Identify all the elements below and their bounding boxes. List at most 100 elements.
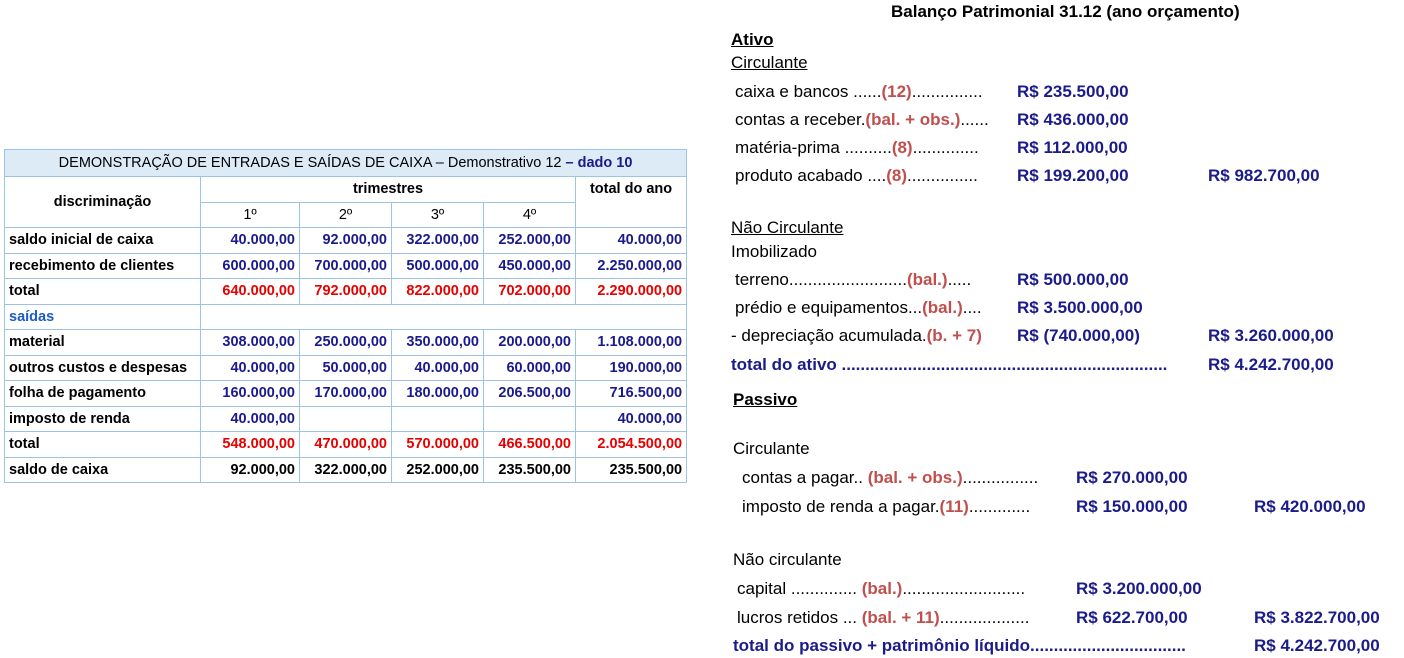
header-quarter-2: 2º (299, 201, 392, 228)
line-caixa: caixa e bancos ......(12)............... (735, 82, 983, 101)
row-total-entradas: total 640.000,00 792.000,00 822.000,00 7… (4, 278, 688, 305)
row-label: imposto de renda (4, 405, 201, 432)
subsection-nao-circulante: Não Circulante (731, 218, 844, 237)
cell-q1: 92.000,00 (200, 456, 300, 483)
row-label: saídas (4, 303, 201, 330)
line-capital: capital .............. (bal.)...........… (737, 579, 1026, 598)
cell-q4: 252.000,00 (483, 227, 576, 254)
cell-q1: 308.000,00 (200, 329, 300, 356)
cell-q1: 640.000,00 (200, 278, 300, 305)
cell-q4: 200.000,00 (483, 329, 576, 356)
line-predio: prédio e equipamentos...(bal.).... (735, 298, 982, 317)
subtotal-nao-circulante: R$ 3.260.000,00 (1208, 326, 1334, 345)
line-lucros-retidos: lucros retidos ... (bal. + 11)..........… (737, 608, 1030, 627)
row-label: outros custos e despesas (4, 354, 201, 381)
cell-q3: 570.000,00 (391, 431, 484, 458)
header-total-ano: total do ano (574, 176, 688, 228)
line-produto-acabado: produto acabado ....(8)............... (735, 166, 978, 185)
cell-empty (199, 303, 688, 330)
header-quarter-4: 4º (483, 201, 576, 228)
table-caption: DEMONSTRAÇÃO DE ENTRADAS E SAÍDAS DE CAI… (3, 149, 688, 177)
subsection-imobilizado: Imobilizado (731, 242, 817, 261)
row-label: material (4, 329, 201, 356)
value-terreno: R$ 500.000,00 (1017, 270, 1129, 289)
line-depreciacao: - depreciação acumulada.(b. + 7) (731, 326, 982, 345)
subtotal-passivo-circulante: R$ 420.000,00 (1254, 497, 1366, 516)
cell-q3: 822.000,00 (391, 278, 484, 305)
cell-q2: 92.000,00 (299, 227, 392, 254)
row-outros-custos: outros custos e despesas 40.000,00 50.00… (4, 354, 688, 381)
subtotal-circulante: R$ 982.700,00 (1208, 166, 1320, 185)
cell-q1: 548.000,00 (200, 431, 300, 458)
value-produto-acabado: R$ 199.200,00 (1017, 166, 1129, 185)
line-contas-pagar: contas a pagar.. (bal. + obs.)..........… (742, 468, 1039, 487)
cell-q4: 235.500,00 (483, 456, 576, 483)
row-total-saidas: total 548.000,00 470.000,00 570.000,00 4… (4, 431, 688, 458)
subsection-passivo-nao-circulante: Não circulante (733, 550, 842, 569)
row-label: saldo de caixa (4, 456, 201, 483)
cell-q3: 322.000,00 (391, 227, 484, 254)
cell-q1: 40.000,00 (200, 227, 300, 254)
line-ir-pagar: imposto de renda a pagar.(11)...........… (742, 497, 1031, 516)
cell-q3: 180.000,00 (391, 380, 484, 407)
row-recebimento: recebimento de clientes 600.000,00 700.0… (4, 252, 688, 279)
value-lucros-retidos: R$ 622.700,00 (1076, 608, 1188, 627)
cell-total: 716.500,00 (574, 380, 688, 407)
subtotal-passivo-nao-circulante: R$ 3.822.700,00 (1254, 608, 1380, 627)
subsection-passivo-circulante: Circulante (733, 439, 810, 458)
cell-q4: 466.500,00 (483, 431, 576, 458)
row-material: material 308.000,00 250.000,00 350.000,0… (4, 329, 688, 356)
cell-q3 (391, 405, 484, 432)
cell-q2: 250.000,00 (299, 329, 392, 356)
cell-total: 190.000,00 (574, 354, 688, 381)
caption-main: DEMONSTRAÇÃO DE ENTRADAS E SAÍDAS DE CAI… (58, 155, 566, 171)
row-label: saldo inicial de caixa (4, 227, 201, 254)
row-label: total (4, 278, 201, 305)
cell-total: 2.054.500,00 (574, 431, 688, 458)
cell-q2: 50.000,00 (299, 354, 392, 381)
cell-total: 2.250.000,00 (574, 252, 688, 279)
value-materia-prima: R$ 112.000,00 (1017, 138, 1128, 157)
cell-q3: 40.000,00 (391, 354, 484, 381)
cell-q1: 40.000,00 (200, 354, 300, 381)
row-label: recebimento de clientes (4, 252, 201, 279)
cell-q1: 40.000,00 (200, 405, 300, 432)
line-materia-prima: matéria-prima ..........(8).............… (735, 138, 979, 157)
value-caixa: R$ 235.500,00 (1017, 82, 1129, 101)
total-passivo-label: total do passivo + patrimônio líquido...… (733, 636, 1186, 655)
row-saldo-inicial: saldo inicial de caixa 40.000,00 92.000,… (4, 227, 688, 254)
cash-flow-table: DEMONSTRAÇÃO DE ENTRADAS E SAÍDAS DE CAI… (3, 149, 688, 483)
total-ativo-label: total do ativo .........................… (731, 355, 1168, 374)
cell-q2: 322.000,00 (299, 456, 392, 483)
cell-q4: 450.000,00 (483, 252, 576, 279)
total-passivo-value: R$ 4.242.700,00 (1254, 636, 1380, 655)
header-discriminacao: discriminação (4, 176, 201, 228)
value-depreciacao: R$ (740.000,00) (1017, 326, 1140, 345)
cell-total: 235.500,00 (574, 456, 688, 483)
row-label: total (4, 431, 201, 458)
value-contas-receber: R$ 436.000,00 (1017, 110, 1129, 129)
line-contas-receber: contas a receber.(bal. + obs.)...... (735, 110, 989, 129)
cell-q4: 702.000,00 (483, 278, 576, 305)
value-ir-pagar: R$ 150.000,00 (1076, 497, 1188, 516)
balance-title: Balanço Patrimonial 31.12 (ano orçamento… (891, 2, 1240, 21)
cell-q2: 470.000,00 (299, 431, 392, 458)
value-capital: R$ 3.200.000,00 (1076, 579, 1202, 598)
header-trimestres: trimestres (200, 176, 576, 203)
value-predio: R$ 3.500.000,00 (1017, 298, 1143, 317)
subsection-circulante: Circulante (731, 53, 808, 72)
line-terreno: terreno.........................(bal.)..… (735, 270, 972, 289)
row-saidas-header: saídas (4, 303, 688, 330)
cell-q3: 500.000,00 (391, 252, 484, 279)
cell-total: 1.108.000,00 (574, 329, 688, 356)
row-label: folha de pagamento (4, 380, 201, 407)
cell-total: 40.000,00 (574, 227, 688, 254)
cell-q3: 252.000,00 (391, 456, 484, 483)
cell-q2: 170.000,00 (299, 380, 392, 407)
header-quarter-3: 3º (391, 201, 484, 228)
row-saldo-caixa: saldo de caixa 92.000,00 322.000,00 252.… (4, 456, 688, 483)
cell-q1: 160.000,00 (200, 380, 300, 407)
row-folha: folha de pagamento 160.000,00 170.000,00… (4, 380, 688, 407)
cell-q3: 350.000,00 (391, 329, 484, 356)
cell-total: 2.290.000,00 (574, 278, 688, 305)
